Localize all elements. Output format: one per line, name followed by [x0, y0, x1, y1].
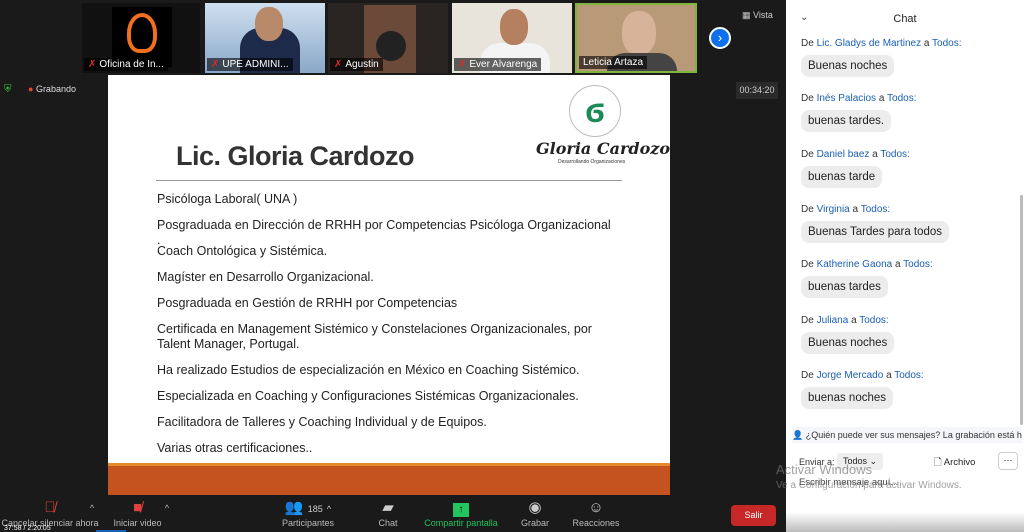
participant-name: Oficina de In... — [99, 59, 164, 70]
slide-bullet: Coach Ontológica y Sistémica. — [157, 244, 328, 258]
shield-icon: ⛨ — [4, 84, 12, 95]
reactions-button[interactable]: ☺ Reacciones — [570, 498, 622, 528]
file-button[interactable]: 🗋 Archivo — [934, 455, 975, 471]
message-sender-line: De Daniel baez a Todos: — [801, 148, 910, 160]
divider — [156, 180, 622, 181]
muted-mic-icon: 🎙̸ — [44, 499, 56, 516]
sender-name[interactable]: Juliana — [817, 315, 849, 326]
share-screen-button[interactable]: ↑ Compartir pantalla — [420, 498, 502, 528]
muted-mic-icon: ✗ — [88, 59, 97, 70]
chat-panel: ⌄ Chat De Lic. Gladys de Martinez a Todo… — [776, 0, 1024, 532]
record-dot-icon: ● — [28, 84, 36, 94]
participant-name: Agustin — [345, 59, 379, 70]
slide-bullet: Certificada en Management Sistémico y Co… — [157, 322, 592, 351]
message-bubble: buenas tardes. — [801, 110, 892, 133]
chat-scrollbar[interactable] — [1020, 195, 1023, 425]
slide-bullet: Varias otras certificaciones.. — [157, 441, 313, 455]
share-arrow-icon: ↑ — [453, 503, 469, 517]
recipient: Todos: — [859, 314, 889, 326]
video-tile[interactable]: ✗ Ever Alvarenga — [452, 3, 572, 73]
chat-bubble-icon: ▰ — [382, 499, 394, 516]
recipient: Todos: — [894, 369, 924, 381]
slide-bullet: Magíster en Desarrollo Organizacional. — [157, 270, 374, 284]
windows-watermark: Activar Windows — [776, 462, 873, 477]
participant-name: Ever Alvarenga — [469, 59, 538, 70]
video-tile[interactable]: ✗ UPE ADMINI... — [205, 3, 325, 73]
message-bubble: Buenas noches — [801, 331, 895, 354]
audio-options-caret[interactable]: ^ — [86, 503, 98, 513]
gloria-cardozo-logo: ϭ Gloria Cardozo Desarrollando Organizac… — [536, 85, 670, 170]
message-bubble: buenas noches — [801, 386, 894, 409]
message-bubble: buenas tardes — [801, 276, 888, 299]
video-off-icon: ■̸ — [132, 499, 143, 516]
muted-mic-icon: ✗ — [458, 59, 467, 70]
more-options-button[interactable]: ··· — [998, 452, 1018, 470]
participant-name: UPE ADMINI... — [222, 59, 289, 70]
slide-bullet: Ha realizado Estudios de especialización… — [157, 363, 580, 377]
next-page-button[interactable]: › — [709, 27, 731, 49]
sender-name[interactable]: Virginia — [817, 204, 850, 215]
slide-bullet: Especializada en Coaching y Configuracio… — [157, 389, 579, 403]
message-sender-line: De Jorge Mercado a Todos: — [801, 369, 924, 381]
message-bubble: buenas tarde — [801, 165, 883, 188]
windows-watermark-sub: Ve a Configuración para activar Windows. — [776, 480, 962, 491]
record-icon: ◉ — [528, 499, 542, 516]
view-button[interactable]: ▦ Vista — [742, 10, 773, 21]
video-tile[interactable]: ✗ Oficina de In... — [82, 3, 200, 73]
recipient: Todos: — [887, 93, 917, 105]
muted-mic-icon: ✗ — [211, 59, 220, 70]
elapsed-time: 00:34:20 — [736, 82, 778, 99]
record-button[interactable]: ◉ Grabar — [518, 498, 552, 528]
visibility-notice[interactable]: 👤 ¿Quién puede ver sus mensajes? La grab… — [792, 427, 1022, 443]
chat-button[interactable]: ▰ Chat — [372, 498, 404, 528]
leave-button[interactable]: Salir — [731, 505, 776, 526]
recording-indicator[interactable]: ● Grabando — [28, 84, 76, 94]
video-tile-active-speaker[interactable]: Leticia Artaza — [575, 3, 697, 73]
participants-button[interactable]: 👥 185 ^ Participantes — [278, 498, 338, 528]
recipient: Todos: — [880, 148, 910, 160]
message-sender-line: De Juliana a Todos: — [801, 314, 889, 326]
taskbar-fragment — [786, 512, 1024, 532]
message-sender-line: De Lic. Gladys de Martinez a Todos: — [801, 38, 962, 49]
slide-title: Lic. Gloria Cardozo — [176, 141, 415, 171]
sender-name[interactable]: Katherine Gaona — [817, 259, 893, 270]
shared-slide: ϭ Gloria Cardozo Desarrollando Organizac… — [108, 75, 670, 495]
recipient: Todos: — [932, 38, 962, 49]
sender-name[interactable]: Inés Palacios — [817, 93, 876, 104]
participant-name: Leticia Artaza — [579, 56, 648, 69]
video-options-caret[interactable]: ^ — [162, 503, 172, 513]
message-sender-line: De Inés Palacios a Todos: — [801, 93, 917, 105]
video-button[interactable]: ■̸ Iniciar video — [105, 498, 170, 528]
message-bubble: Buenas Tardes para todos — [801, 220, 950, 243]
mute-button[interactable]: 🎙̸ Cancelar silenciar ahora — [0, 498, 100, 528]
recipient: Todos: — [860, 203, 891, 215]
video-tile[interactable]: ✗ Agustin — [328, 3, 448, 73]
muted-mic-icon: ✗ — [334, 59, 343, 70]
people-icon: 👥 — [284, 499, 304, 516]
person-icon: 👤 — [792, 430, 804, 440]
slide-bullet: Facilitadora de Talleres y Coaching Indi… — [157, 415, 487, 429]
chat-title: Chat — [893, 13, 917, 25]
file-icon: 🗋 — [934, 457, 944, 468]
message-bubble: Buenas noches — [801, 55, 895, 77]
message-sender-line: De Katherine Gaona a Todos: — [801, 259, 933, 271]
message-sender-line: De Virginia a Todos: — [801, 203, 891, 215]
smiley-icon: ☺ — [588, 499, 604, 516]
slide-bullet: Psicóloga Laboral( UNA ) — [157, 192, 298, 206]
slide-footer-bar — [108, 463, 670, 495]
sender-name[interactable]: Lic. Gladys de Martinez — [817, 38, 922, 49]
slide-bullet: Posgraduada en Gestión de RRHH por Compe… — [157, 296, 458, 310]
playback-time: 37:58 / 2:20:05 — [4, 525, 51, 532]
sender-name[interactable]: Jorge Mercado — [817, 370, 884, 381]
grid-icon: ▦ — [742, 10, 754, 20]
recipient: Todos: — [903, 259, 933, 271]
sender-name[interactable]: Daniel baez — [817, 149, 870, 160]
